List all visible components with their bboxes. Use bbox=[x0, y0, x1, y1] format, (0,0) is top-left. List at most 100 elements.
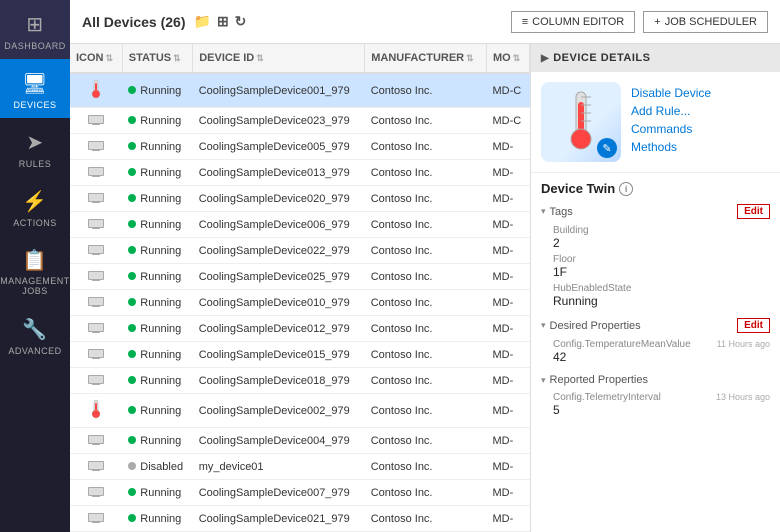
desired-temp-mean: Config.TemperatureMeanValue 11 Hours ago… bbox=[541, 339, 770, 364]
table-row[interactable]: Running CoolingSampleDevice002_979 Conto… bbox=[70, 394, 530, 428]
tags-edit-button[interactable]: Edit bbox=[737, 204, 770, 219]
row-model: MD- bbox=[487, 160, 530, 186]
desired-chevron-icon[interactable]: ▾ bbox=[541, 320, 546, 331]
col-status[interactable]: STATUS⇅ bbox=[122, 44, 192, 73]
status-dot-icon bbox=[128, 246, 136, 254]
row-status: Running bbox=[122, 428, 192, 454]
table-row[interactable]: Running CoolingSampleDevice004_979 Conto… bbox=[70, 428, 530, 454]
reported-header: ▾ Reported Properties bbox=[541, 374, 770, 386]
desired-section: ▾ Desired Properties Edit Config.Tempera… bbox=[541, 318, 770, 364]
row-icon bbox=[70, 428, 122, 454]
column-editor-icon: ≡ bbox=[522, 16, 528, 28]
col-icon[interactable]: ICON⇅ bbox=[70, 44, 122, 73]
row-manufacturer: Contoso Inc. bbox=[365, 160, 487, 186]
col-manufacturer[interactable]: MANUFACTURER⇅ bbox=[365, 44, 487, 73]
row-status: Running bbox=[122, 238, 192, 264]
row-icon bbox=[70, 394, 122, 428]
row-manufacturer: Contoso Inc. bbox=[365, 316, 487, 342]
rules-icon: ➤ bbox=[26, 130, 43, 155]
table-header-row: ICON⇅ STATUS⇅ DEVICE ID⇅ MANUFACTURER⇅ M… bbox=[70, 44, 530, 73]
row-status: Running bbox=[122, 108, 192, 134]
info-icon[interactable]: i bbox=[619, 182, 633, 196]
table-row[interactable]: Running CoolingSampleDevice010_979 Conto… bbox=[70, 290, 530, 316]
details-header: ▶ DEVICE DETAILS bbox=[531, 44, 780, 72]
row-status: Disabled bbox=[122, 454, 192, 480]
methods-link[interactable]: Methods bbox=[631, 140, 711, 154]
column-editor-button[interactable]: ≡ COLUMN EDITOR bbox=[511, 11, 636, 33]
row-device-id: CoolingSampleDevice013_979 bbox=[193, 160, 365, 186]
row-device-id: CoolingSampleDevice021_979 bbox=[193, 506, 365, 532]
row-manufacturer: Contoso Inc. bbox=[365, 394, 487, 428]
sidebar-item-dashboard[interactable]: ⊞ Dashboard bbox=[0, 0, 70, 59]
row-manufacturer: Contoso Inc. bbox=[365, 454, 487, 480]
status-dot-icon bbox=[128, 350, 136, 358]
row-icon bbox=[70, 506, 122, 532]
filter-icon[interactable]: ⊞ bbox=[217, 13, 229, 30]
table-row[interactable]: Running CoolingSampleDevice025_979 Conto… bbox=[70, 264, 530, 290]
sidebar-item-actions[interactable]: ⚡ Actions bbox=[0, 177, 70, 236]
row-status: Running bbox=[122, 212, 192, 238]
row-manufacturer: Contoso Inc. bbox=[365, 238, 487, 264]
status-dot-icon bbox=[128, 272, 136, 280]
row-model: MD- bbox=[487, 368, 530, 394]
device-table: ICON⇅ STATUS⇅ DEVICE ID⇅ MANUFACTURER⇅ M… bbox=[70, 44, 530, 532]
row-status: Running bbox=[122, 134, 192, 160]
col-model[interactable]: MO⇅ bbox=[487, 44, 530, 73]
row-model: MD- bbox=[487, 264, 530, 290]
sidebar-item-advanced[interactable]: 🔧 Advanced bbox=[0, 305, 70, 364]
device-actions: Disable Device Add Rule... Commands Meth… bbox=[631, 82, 711, 154]
main-content: All Devices (26) 📁 ⊞ ↻ ≡ COLUMN EDITOR +… bbox=[70, 0, 780, 532]
sidebar-item-rules[interactable]: ➤ Rules bbox=[0, 118, 70, 177]
tags-chevron-icon[interactable]: ▾ bbox=[541, 206, 546, 217]
reported-section: ▾ Reported Properties Config.TelemetryIn… bbox=[541, 374, 770, 417]
row-model: MD- bbox=[487, 290, 530, 316]
row-icon bbox=[70, 454, 122, 480]
row-icon bbox=[70, 134, 122, 160]
status-dot-icon bbox=[128, 298, 136, 306]
table-row[interactable]: Running CoolingSampleDevice022_979 Conto… bbox=[70, 238, 530, 264]
device-thumb-area: ✎ Disable Device Add Rule... Commands Me… bbox=[531, 72, 780, 172]
status-dot-icon bbox=[128, 168, 136, 176]
disable-device-link[interactable]: Disable Device bbox=[631, 86, 711, 100]
reported-chevron-icon[interactable]: ▾ bbox=[541, 375, 546, 386]
table-row[interactable]: Disabled my_device01 Contoso Inc. MD- bbox=[70, 454, 530, 480]
row-icon bbox=[70, 160, 122, 186]
refresh-icon[interactable]: ↻ bbox=[235, 13, 247, 30]
table-row[interactable]: Running CoolingSampleDevice023_979 Conto… bbox=[70, 108, 530, 134]
table-row[interactable]: Running CoolingSampleDevice005_979 Conto… bbox=[70, 134, 530, 160]
row-device-id: CoolingSampleDevice007_979 bbox=[193, 480, 365, 506]
table-row[interactable]: Running CoolingSampleDevice007_979 Conto… bbox=[70, 480, 530, 506]
table-row[interactable]: Running CoolingSampleDevice020_979 Conto… bbox=[70, 186, 530, 212]
row-status: Running bbox=[122, 316, 192, 342]
row-manufacturer: Contoso Inc. bbox=[365, 73, 487, 108]
sidebar-item-management-jobs[interactable]: 📋 Management Jobs bbox=[0, 236, 70, 305]
row-status: Running bbox=[122, 160, 192, 186]
row-model: MD- bbox=[487, 316, 530, 342]
table-row[interactable]: Running CoolingSampleDevice006_979 Conto… bbox=[70, 212, 530, 238]
device-table-area: ICON⇅ STATUS⇅ DEVICE ID⇅ MANUFACTURER⇅ M… bbox=[70, 44, 530, 532]
devices-icon: 🖥 bbox=[22, 71, 48, 96]
device-twin-title: Device Twin i bbox=[541, 181, 770, 196]
job-scheduler-button[interactable]: + JOB SCHEDULER bbox=[643, 11, 768, 33]
row-status: Running bbox=[122, 290, 192, 316]
folder-icon[interactable]: 📁 bbox=[194, 13, 211, 30]
row-device-id: CoolingSampleDevice002_979 bbox=[193, 394, 365, 428]
col-device-id[interactable]: DEVICE ID⇅ bbox=[193, 44, 365, 73]
table-row[interactable]: Running CoolingSampleDevice013_979 Conto… bbox=[70, 160, 530, 186]
table-row[interactable]: Running CoolingSampleDevice015_979 Conto… bbox=[70, 342, 530, 368]
job-scheduler-icon: + bbox=[654, 16, 660, 28]
table-row[interactable]: Running CoolingSampleDevice001_979 Conto… bbox=[70, 73, 530, 108]
row-device-id: CoolingSampleDevice006_979 bbox=[193, 212, 365, 238]
management-icon: 📋 bbox=[22, 248, 47, 273]
row-manufacturer: Contoso Inc. bbox=[365, 134, 487, 160]
status-dot-icon bbox=[128, 194, 136, 202]
table-row[interactable]: Running CoolingSampleDevice021_979 Conto… bbox=[70, 506, 530, 532]
table-row[interactable]: Running CoolingSampleDevice018_979 Conto… bbox=[70, 368, 530, 394]
sidebar-item-devices[interactable]: 🖥 Devices bbox=[0, 59, 70, 118]
commands-link[interactable]: Commands bbox=[631, 122, 711, 136]
table-row[interactable]: Running CoolingSampleDevice012_979 Conto… bbox=[70, 316, 530, 342]
row-device-id: CoolingSampleDevice015_979 bbox=[193, 342, 365, 368]
desired-edit-button[interactable]: Edit bbox=[737, 318, 770, 333]
add-rule-link[interactable]: Add Rule... bbox=[631, 104, 711, 118]
status-dot-icon bbox=[128, 324, 136, 332]
